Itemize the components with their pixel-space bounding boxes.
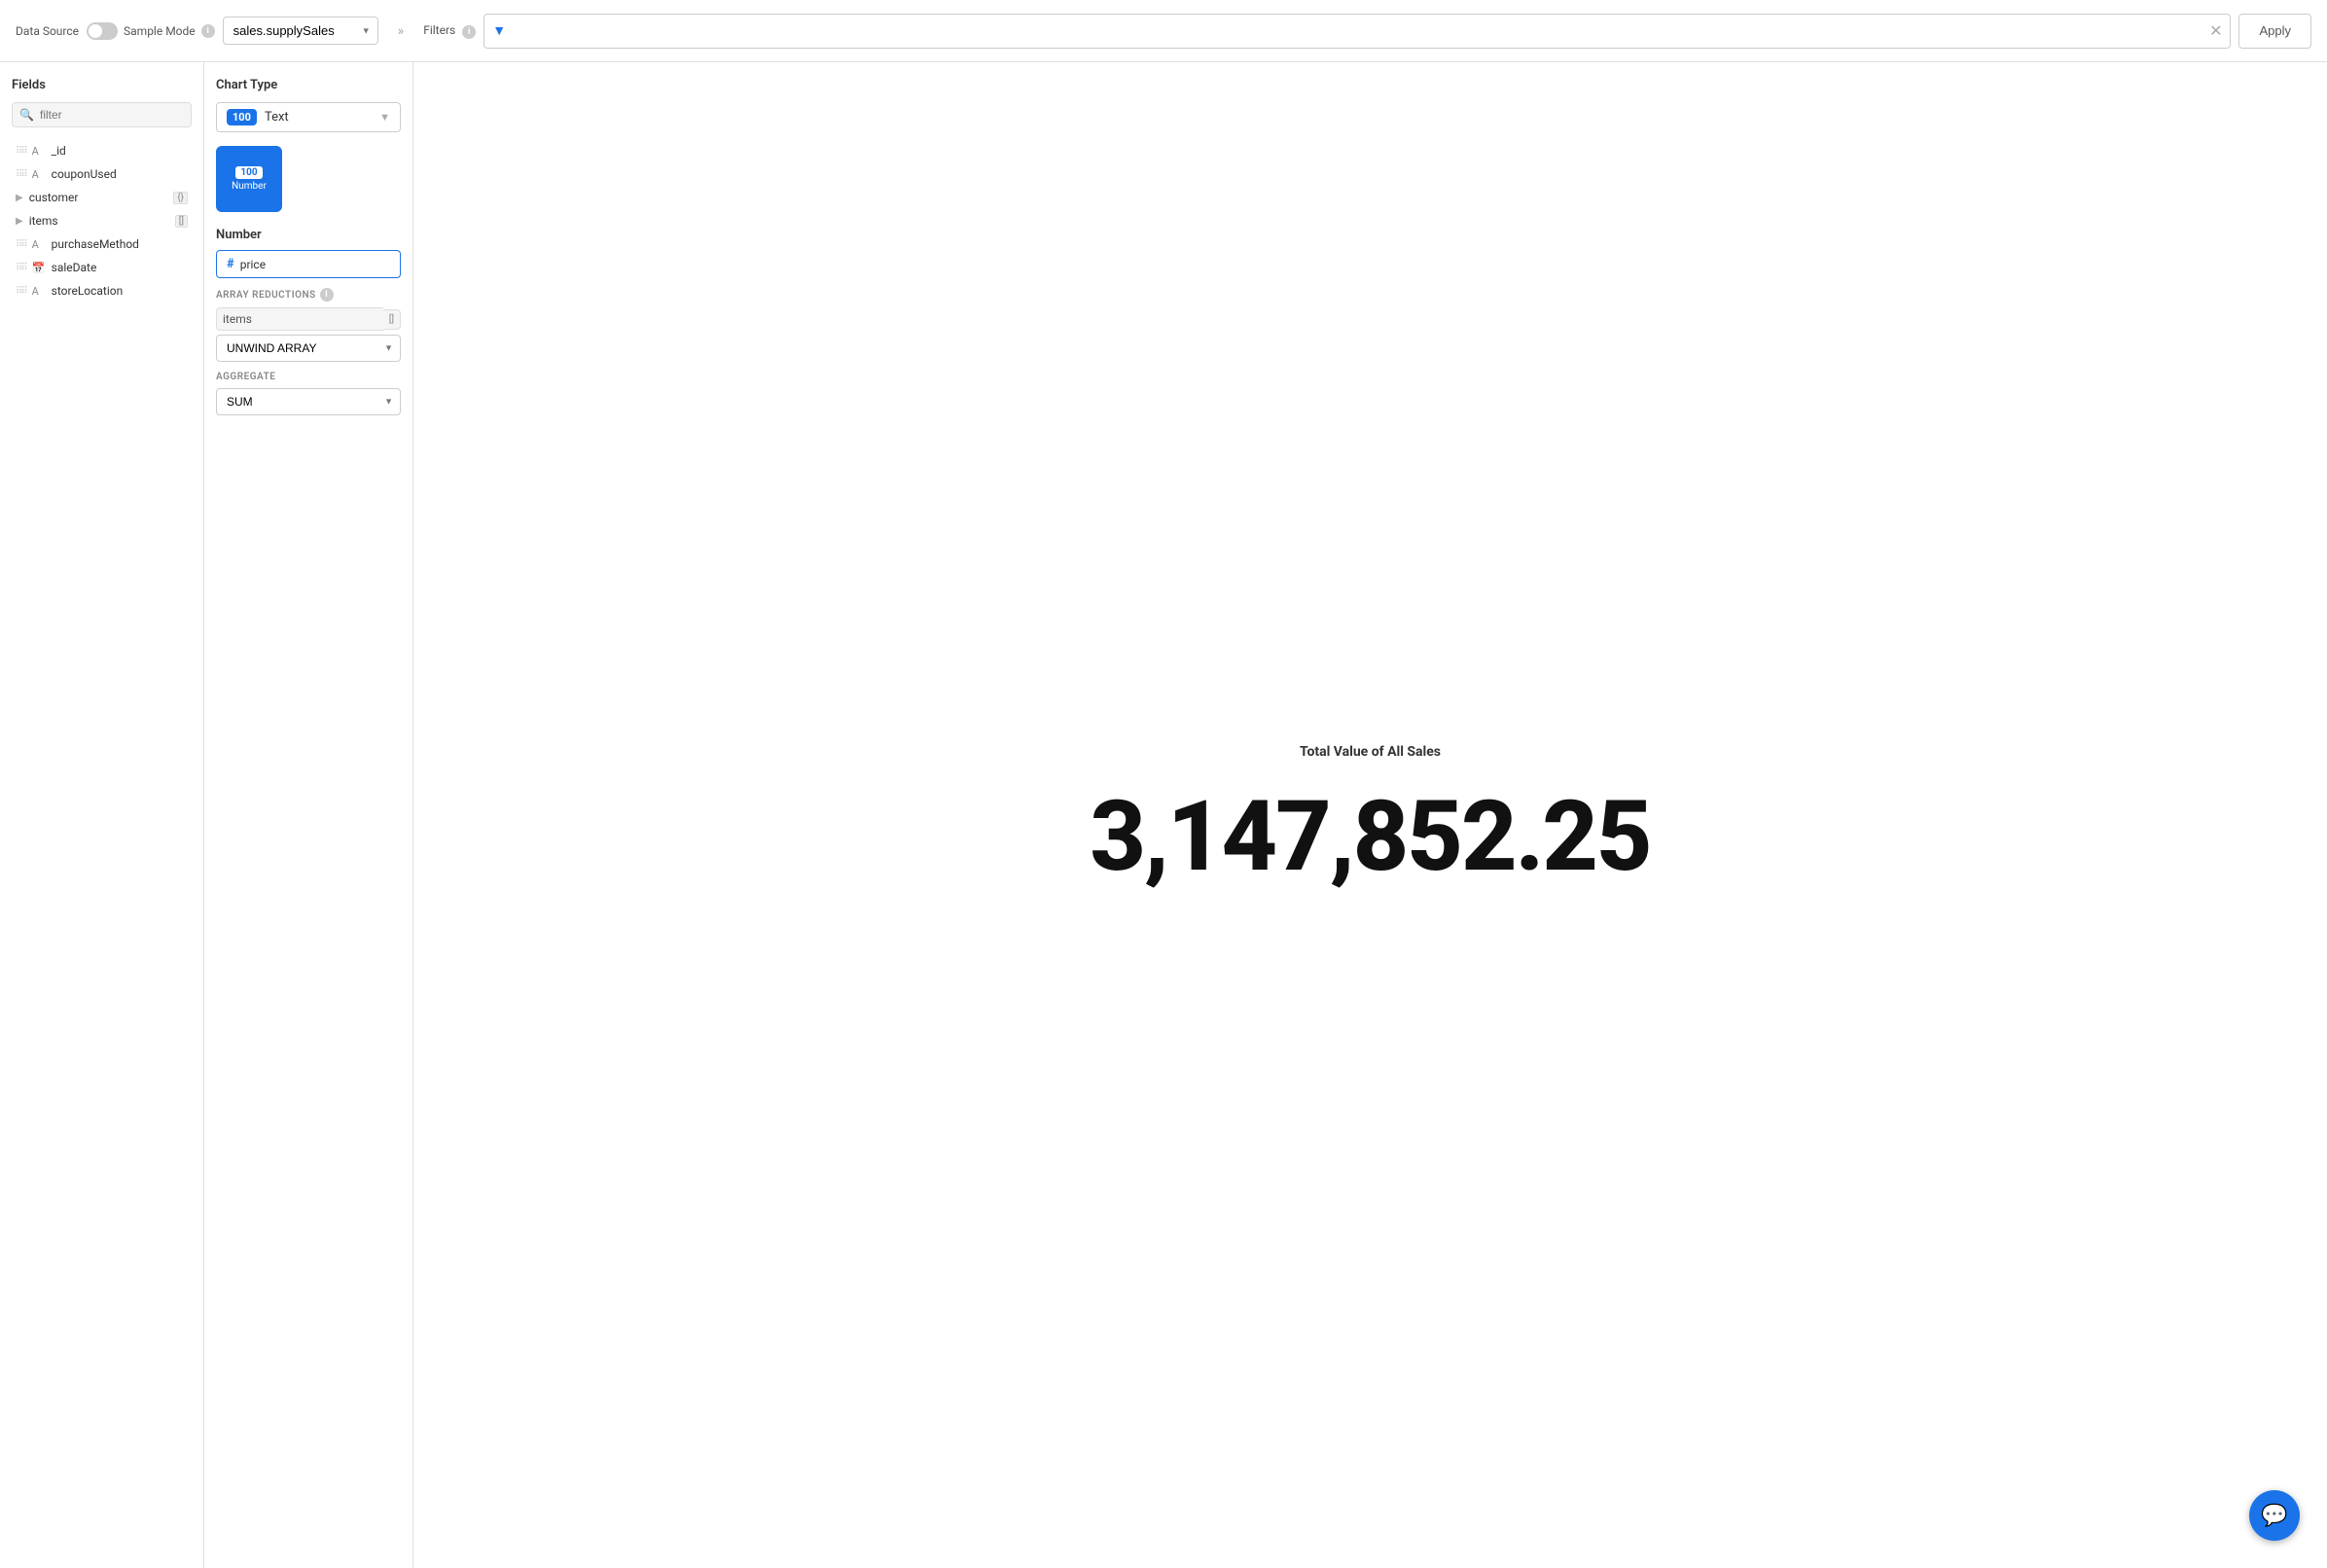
aggregate-select[interactable]: SUM COUNT AVG MIN MAX [216,388,401,415]
chart-display: Total Value of All Sales 3,147,852.25 [413,62,2327,1568]
array-reductions-title: ARRAY REDUCTIONS i [216,288,401,302]
field-item-id[interactable]: ⠿⠿ A _id [12,139,192,162]
field-item-purchasemethod[interactable]: ⠿⠿ A purchaseMethod [12,232,192,256]
chevron-double-icon: » [398,23,405,39]
chart-type-dropdown-arrow: ▼ [379,111,390,124]
drag-handle-saledate: ⠿⠿ [16,263,26,273]
datasource-label: Data Source [16,24,79,38]
field-item-storelocation[interactable]: ⠿⠿ A storeLocation [12,279,192,303]
datasource-select-wrapper: sales.supplySales [223,17,378,45]
number-field-name: price [240,258,266,271]
field-type-string-icon2: A [32,168,46,181]
drag-handle-storelocation: ⠿⠿ [16,286,26,297]
expand-customer-icon: ▶ [16,193,23,203]
field-badge-customer: {} [173,192,188,204]
chart-option-badge: 100 [235,166,262,179]
aggregate-select-wrap: SUM COUNT AVG MIN MAX [216,388,401,415]
field-item-couponused[interactable]: ⠿⠿ A couponUsed [12,162,192,186]
array-field-name: items [216,307,383,331]
filter-clear-icon[interactable]: ✕ [2209,21,2222,40]
array-reductions-info-icon[interactable]: i [320,288,334,302]
field-name-items: items [29,214,169,228]
filter-icon: ▼ [492,22,506,39]
search-input-wrap: 🔍 [12,102,192,127]
chart-type-label: Text [265,110,372,125]
chart-option-label: Number [232,181,267,192]
field-name-id: _id [52,144,188,158]
array-field-row: items [] [216,307,401,331]
search-icon: 🔍 [19,108,34,122]
chart-type-dropdown[interactable]: 100 Text ▼ [216,102,401,132]
sample-mode-toggle-wrap: Sample Mode i [87,22,215,40]
fields-panel: Fields 🔍 ⠿⠿ A _id ⠿⠿ A couponUsed ▶ cust… [0,62,204,1568]
chat-bubble-icon: 💬 [2261,1504,2287,1528]
chart-title: Total Value of All Sales [1300,744,1441,760]
filter-bar[interactable]: ▼ ✕ [483,14,2231,49]
drag-handle-id: ⠿⠿ [16,146,26,157]
field-type-string-icon3: A [32,238,46,251]
number-field-box: # price [216,250,401,278]
chart-type-badge: 100 [227,109,257,125]
hash-icon: # [227,257,234,271]
chat-bubble-button[interactable]: 💬 [2249,1490,2300,1541]
chart-big-number: 3,147,852.25 [1090,789,1650,886]
field-name-storelocation: storeLocation [52,284,188,298]
filters-info-icon[interactable]: i [462,25,476,39]
field-name-purchasemethod: purchaseMethod [52,237,188,251]
fields-panel-title: Fields [12,78,192,92]
field-name-couponused: couponUsed [52,167,188,181]
apply-button[interactable]: Apply [2238,14,2311,49]
unwind-select-wrap: UNWIND ARRAY COUNT SUM AVG [216,335,401,362]
main-layout: Fields 🔍 ⠿⠿ A _id ⠿⠿ A couponUsed ▶ cust… [0,62,2327,1568]
sample-mode-label: Sample Mode [124,24,196,38]
chart-panel-title: Chart Type [216,78,401,92]
filters-section: Filters i ▼ ✕ Apply [423,14,2311,49]
field-type-date-icon: 📅 [32,262,46,274]
fields-search-input[interactable] [12,102,192,127]
expand-items-icon: ▶ [16,216,23,227]
field-item-items[interactable]: ▶ items [] [12,209,192,232]
field-type-string-icon4: A [32,285,46,298]
unwind-select[interactable]: UNWIND ARRAY COUNT SUM AVG [216,335,401,362]
chart-panel: Chart Type 100 Text ▼ 100 Number Number … [204,62,413,1568]
sample-mode-info-icon[interactable]: i [201,24,215,38]
chart-option-number[interactable]: 100 Number [216,146,282,212]
drag-handle-purchasemethod: ⠿⠿ [16,239,26,250]
datasource-select[interactable]: sales.supplySales [223,17,378,45]
field-badge-items: [] [175,215,188,228]
datasource-section: Data Source Sample Mode i sales.supplySa… [16,17,378,45]
drag-handle-couponused: ⠿⠿ [16,169,26,180]
aggregate-title: AGGREGATE [216,372,401,382]
field-type-string-icon: A [32,145,46,158]
filters-label: Filters i [423,23,476,39]
field-name-saledate: saleDate [52,261,188,274]
field-item-saledate[interactable]: ⠿⠿ 📅 saleDate [12,256,192,279]
field-name-customer: customer [29,191,168,204]
array-field-badge: [] [383,309,401,330]
top-bar: Data Source Sample Mode i sales.supplySa… [0,0,2327,62]
sample-mode-toggle[interactable] [87,22,118,40]
number-section-title: Number [216,228,401,242]
field-item-customer[interactable]: ▶ customer {} [12,186,192,209]
